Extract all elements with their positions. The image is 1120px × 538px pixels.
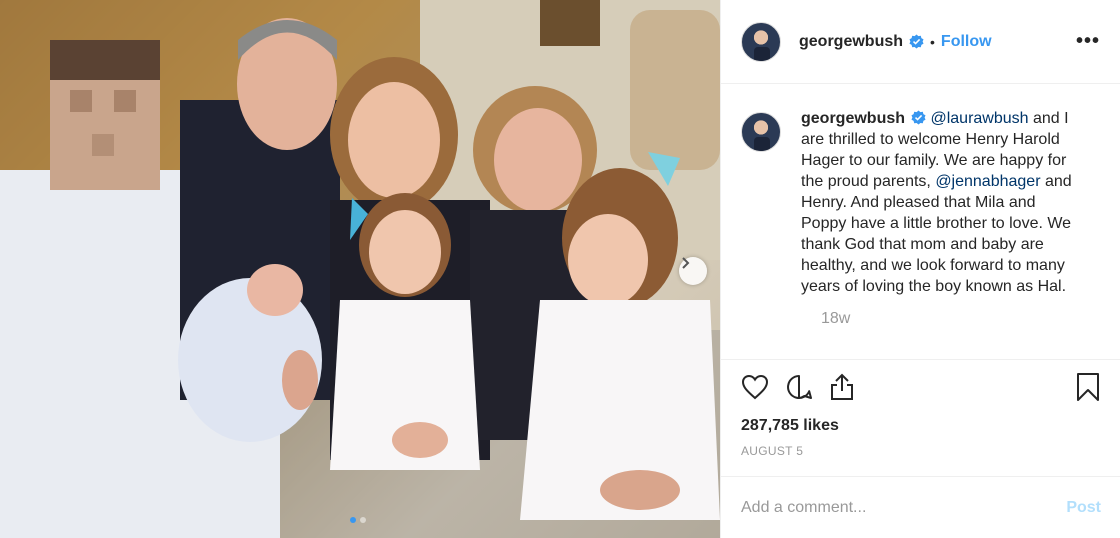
caption-body: @laurawbush and I are thrilled to welcom… [801,110,1072,295]
heart-icon [741,374,769,400]
caption-username[interactable]: georgewbush [801,110,905,127]
comment-input[interactable] [741,498,1067,517]
likes-count[interactable]: 287,785 likes [721,417,1120,435]
caption-segment: and Henry. And pleased that Mila and Pop… [801,173,1072,295]
share-button[interactable] [829,373,855,401]
comment-bubble-icon [787,375,812,399]
carousel-indicator [350,517,366,523]
mention-link[interactable]: @jennabhager [935,173,1040,190]
family-photo-illustration [0,0,720,538]
verified-badge-icon [911,110,926,125]
comment-form: Post [721,476,1120,538]
verified-badge-icon [909,34,924,49]
header-username[interactable]: georgewbush [799,33,903,51]
carousel-next-button[interactable] [679,257,707,285]
save-button[interactable] [1076,372,1100,402]
post-comment-button[interactable]: Post [1066,499,1101,517]
more-options-button[interactable]: ••• [1076,30,1100,53]
header-separator: • [930,33,935,50]
carousel-dot-active [350,517,356,523]
bookmark-icon [1077,373,1099,401]
chevron-right-icon [682,257,690,269]
carousel-dot [360,517,366,523]
action-bar [721,360,1120,414]
post-date[interactable]: AUGUST 5 [721,444,1120,458]
post-timestamp[interactable]: 18w [821,310,1100,328]
caption-row: georgewbush @laurawbush and I are thrill… [741,108,1100,297]
post-header: georgewbush • Follow ••• [721,0,1120,84]
like-button[interactable] [741,374,769,400]
post-side-panel: georgewbush • Follow ••• georgewbush @la… [720,0,1120,538]
avatar[interactable] [741,21,781,62]
follow-button[interactable]: Follow [941,33,992,51]
comment-button[interactable] [785,373,813,401]
caption-area: georgewbush @laurawbush and I are thrill… [721,84,1120,360]
share-icon [831,373,853,400]
caption-avatar[interactable] [741,112,781,152]
post-photo[interactable] [0,0,720,538]
mention-link[interactable]: @laurawbush [930,110,1028,127]
caption-text: georgewbush @laurawbush and I are thrill… [801,108,1081,297]
